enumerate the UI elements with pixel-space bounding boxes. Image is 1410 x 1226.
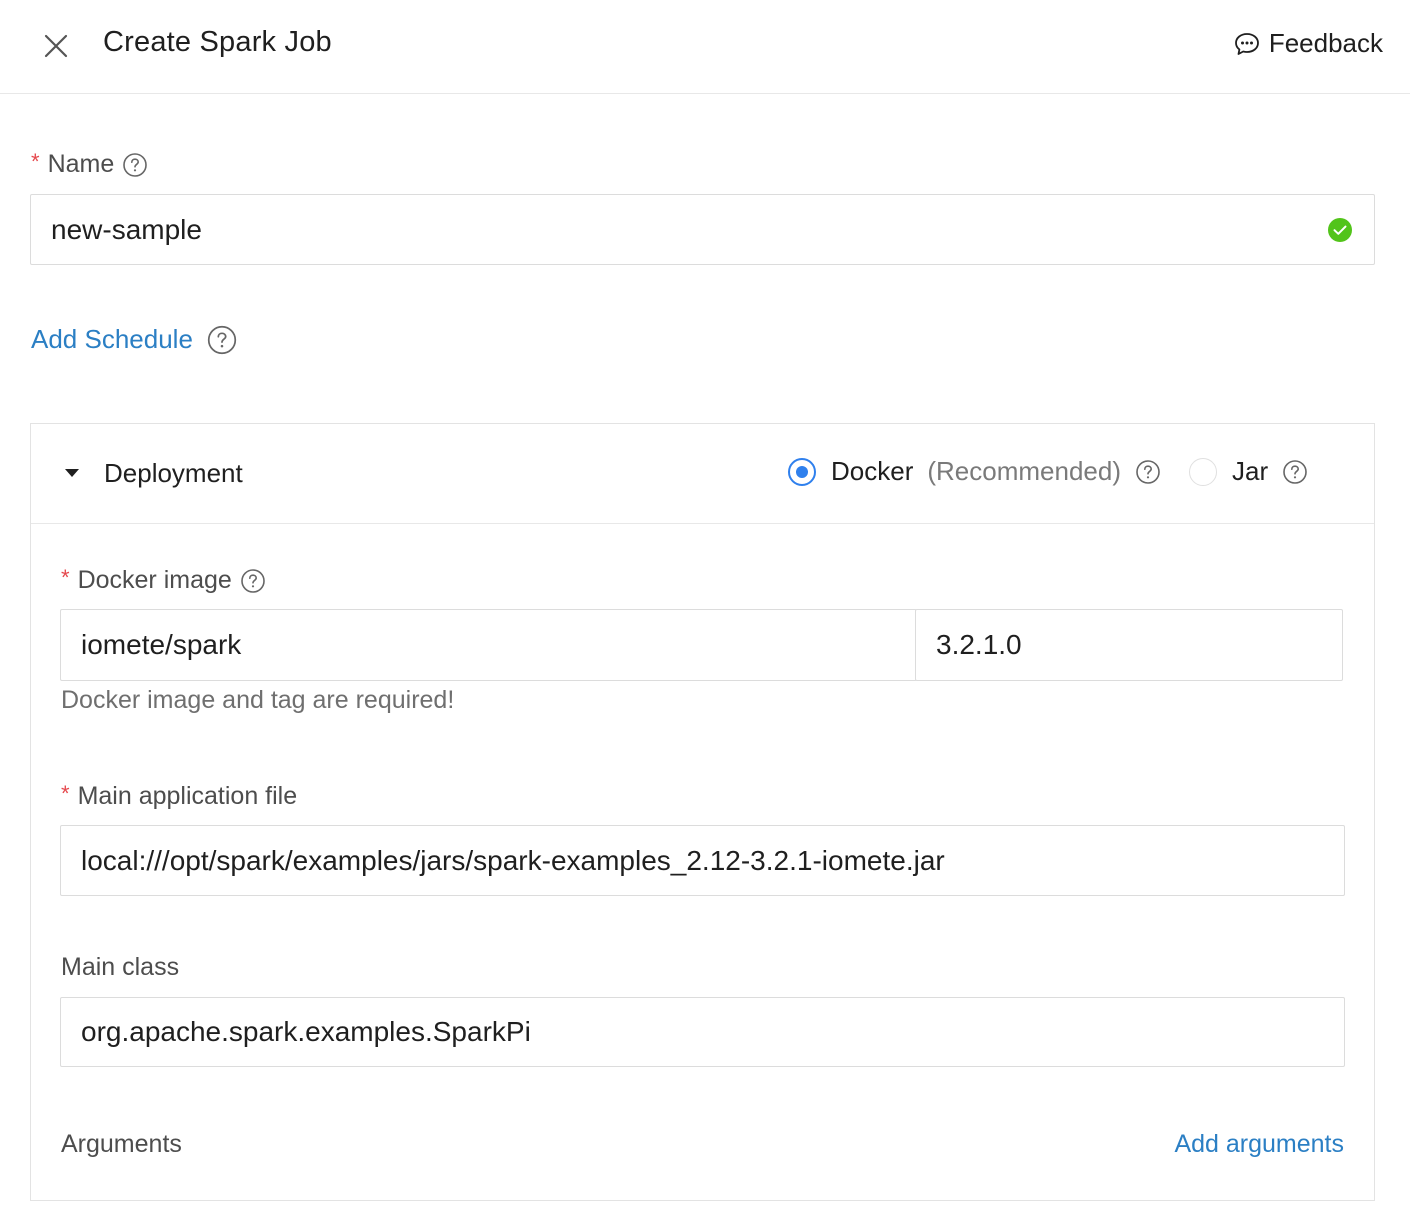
help-icon[interactable] [1282,459,1308,485]
deployment-panel: Deployment Docker (Recommended) Jar [30,423,1375,1201]
main-class-value: org.apache.spark.examples.SparkPi [81,1016,531,1047]
arguments-label: Arguments [61,1130,182,1158]
name-label: Name [47,150,115,178]
help-icon[interactable] [207,325,237,355]
required-marker: * [61,564,70,590]
add-schedule-row: Add Schedule [31,324,237,355]
chat-bubble-icon [1234,32,1259,55]
check-circle-icon [1328,218,1352,242]
page-title: Create Spark Job [103,26,332,58]
header-bar: Create Spark Job Feedback [0,0,1410,94]
docker-radio[interactable] [788,457,816,486]
main-class-label-row: Main class [61,953,179,982]
docker-tag-input[interactable]: 3.2.1.0 [915,609,1343,681]
close-icon[interactable] [40,30,72,62]
main-app-file-input[interactable]: local:///opt/spark/examples/jars/spark-e… [60,825,1345,896]
feedback-button[interactable]: Feedback [1233,28,1383,59]
docker-image-label: Docker image [77,566,232,594]
main-class-input[interactable]: org.apache.spark.examples.SparkPi [60,997,1345,1067]
docker-tag-value: 3.2.1.0 [936,629,1022,660]
main-app-file-value: local:///opt/spark/examples/jars/spark-e… [81,844,945,876]
name-input[interactable]: new-sample [30,194,1375,265]
add-schedule-link[interactable]: Add Schedule [31,324,193,355]
docker-image-label-row: * Docker image [61,564,266,595]
main-app-file-label-row: * Main application file [61,780,298,811]
help-icon[interactable] [122,152,148,178]
help-icon[interactable] [1135,459,1161,485]
required-marker: * [31,148,40,174]
name-label-row: * Name [31,148,148,179]
arguments-label-row: Arguments [61,1130,182,1159]
name-input-value: new-sample [51,213,202,245]
docker-recommended-note: (Recommended) [927,456,1121,486]
jar-radio[interactable] [1189,457,1217,486]
deployment-header[interactable]: Deployment Docker (Recommended) Jar [31,424,1374,524]
jar-radio-label[interactable]: Jar [1232,456,1268,487]
deployment-type-radio-group: Docker (Recommended) Jar [788,456,1308,487]
docker-image-input[interactable]: iomete/spark [60,609,917,681]
docker-image-value: iomete/spark [81,629,242,660]
required-marker: * [61,780,70,806]
main-app-file-label: Main application file [77,782,298,810]
caret-down-icon[interactable] [64,465,80,481]
add-arguments-link[interactable]: Add arguments [1174,1130,1344,1159]
docker-image-help-text: Docker image and tag are required! [61,686,455,714]
docker-radio-label[interactable]: Docker [831,456,913,487]
feedback-label: Feedback [1268,28,1383,58]
help-icon[interactable] [240,568,266,594]
main-class-label: Main class [61,953,180,981]
deployment-title: Deployment [104,458,243,488]
